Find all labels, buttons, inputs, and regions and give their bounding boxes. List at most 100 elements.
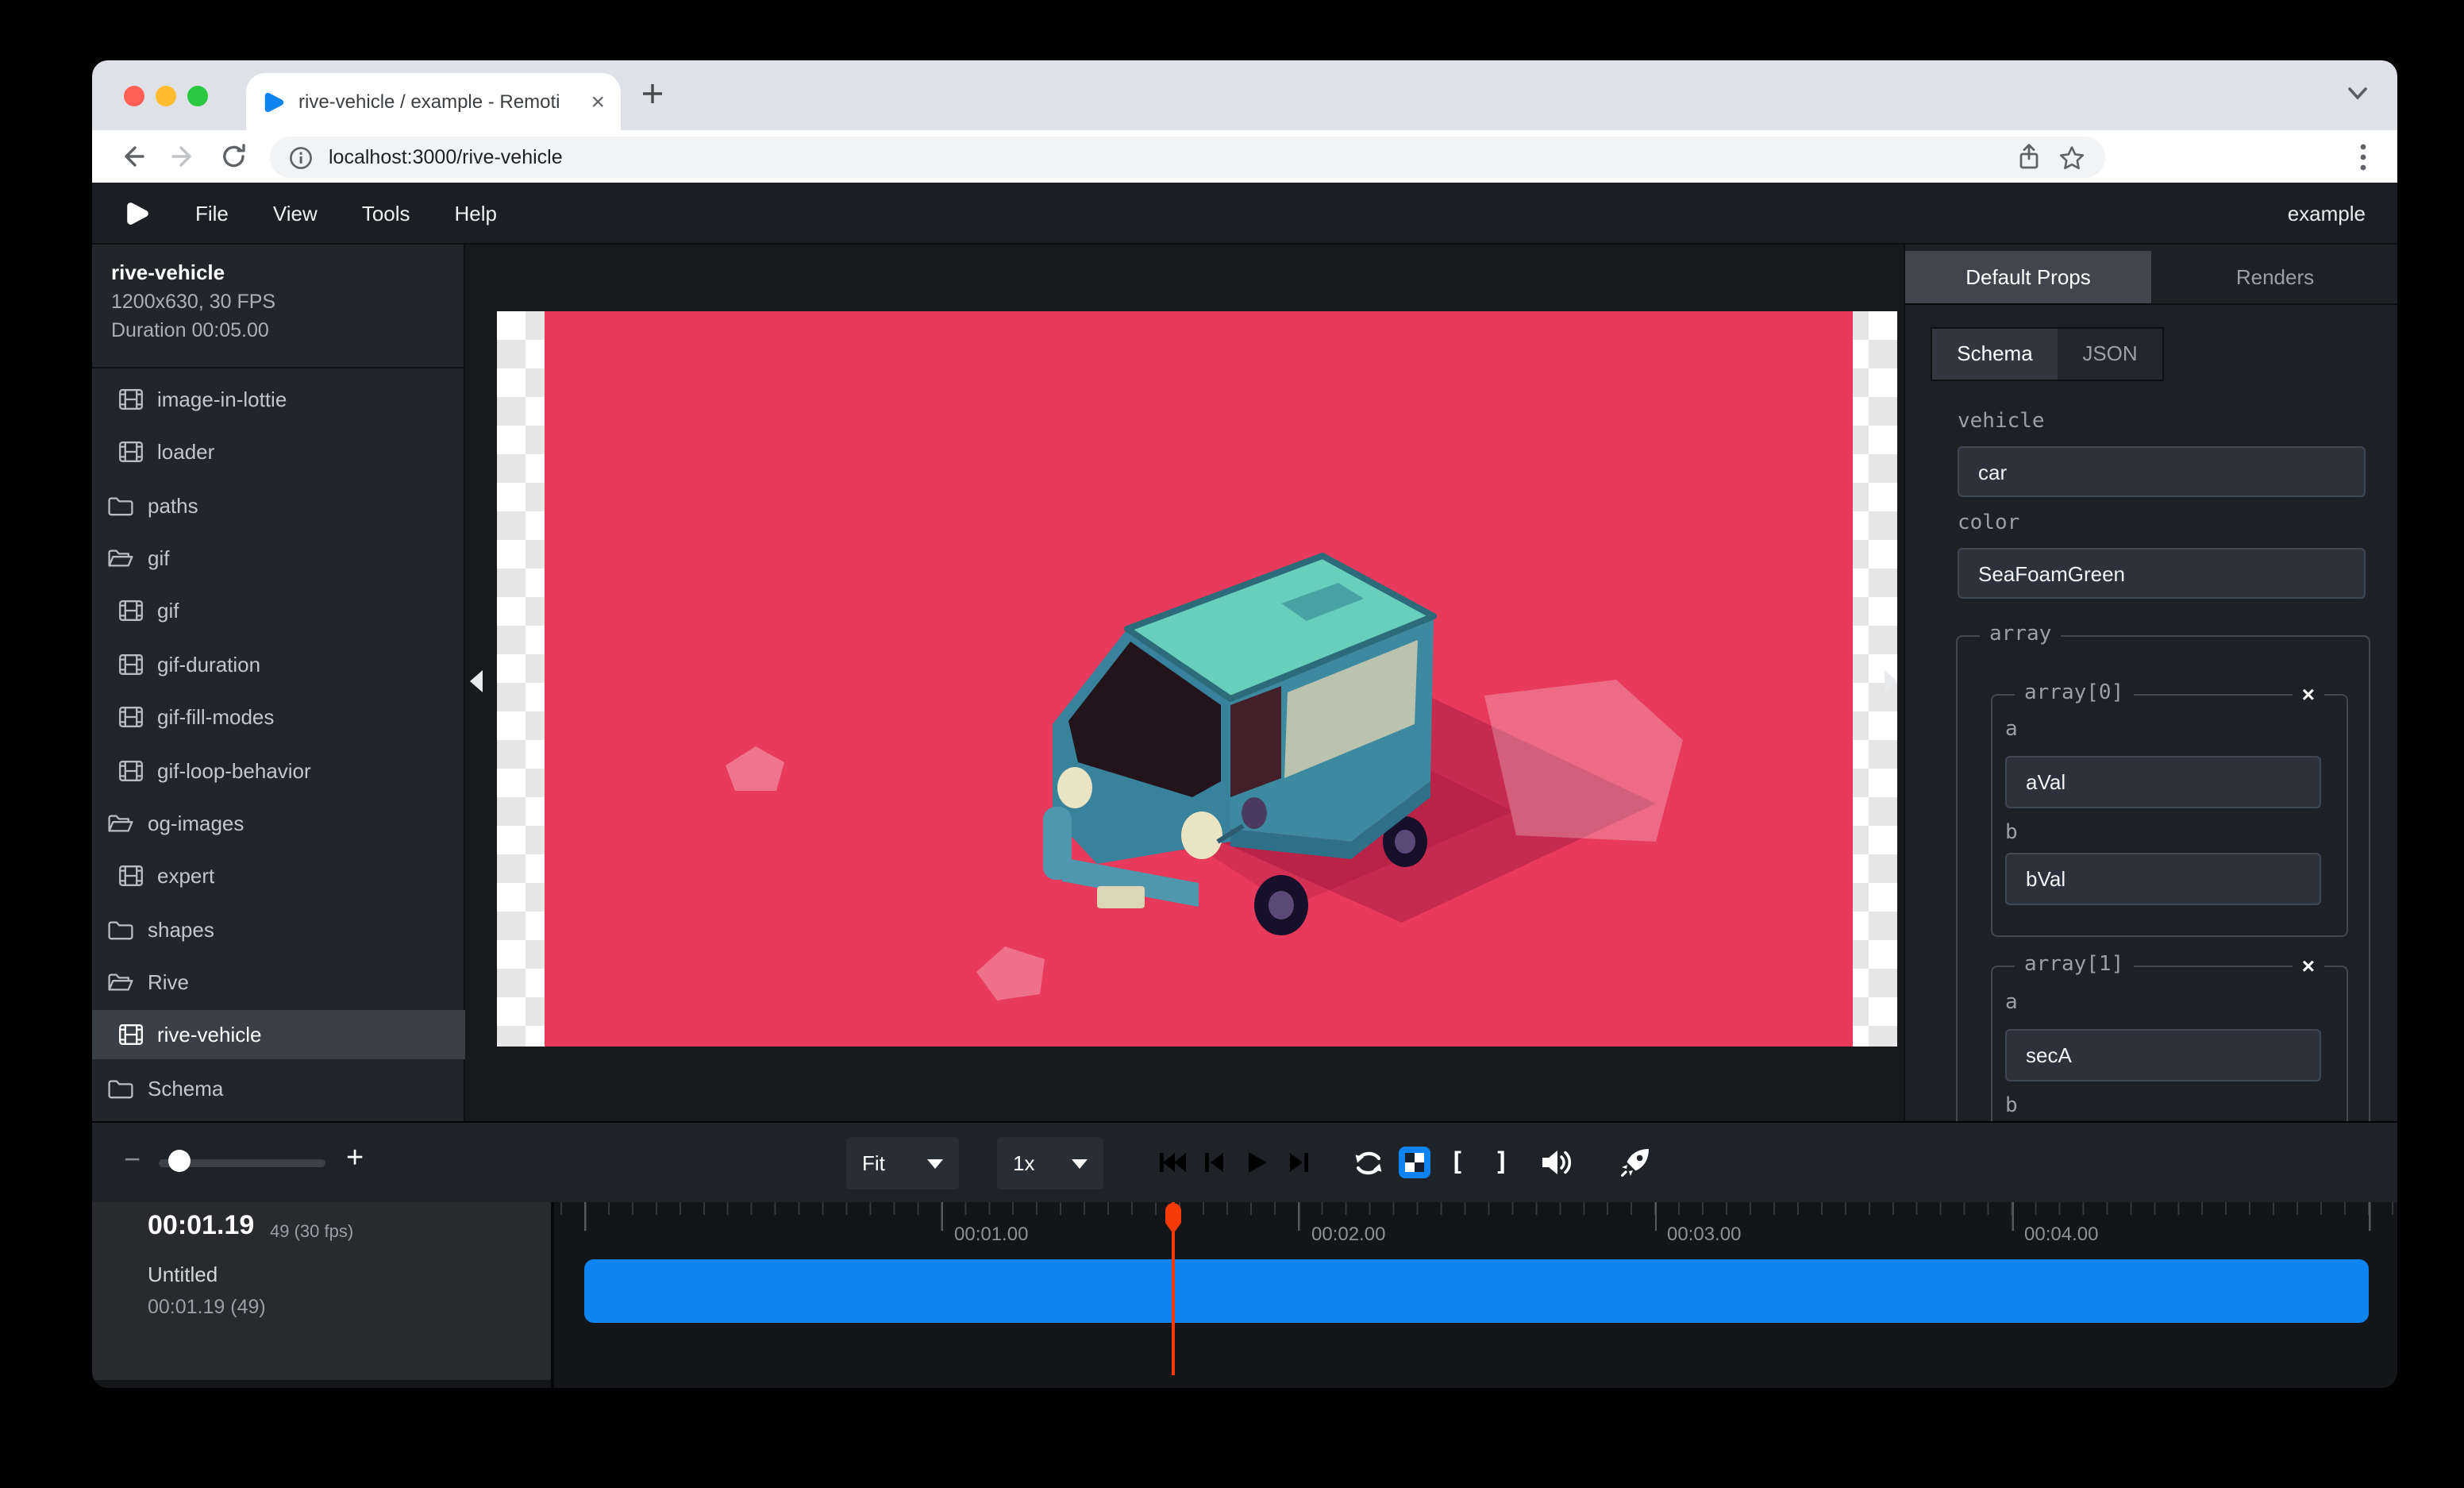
sidebar-item-rive-vehicle[interactable]: rive-vehicle xyxy=(92,1010,465,1059)
field-a-input[interactable] xyxy=(2005,1029,2321,1081)
menu-view[interactable]: View xyxy=(273,201,318,225)
share-icon[interactable] xyxy=(2016,143,2042,172)
toggle-json[interactable]: JSON xyxy=(2058,329,2162,380)
url-text: localhost:3000/rive-vehicle xyxy=(329,146,2000,168)
sidebar-folder-paths[interactable]: paths xyxy=(92,481,465,530)
close-window-button[interactable] xyxy=(124,86,144,106)
reload-icon[interactable] xyxy=(219,141,249,172)
field-b-input[interactable] xyxy=(2005,853,2321,905)
sidebar-folder-rive[interactable]: Rive xyxy=(92,958,465,1007)
sidebar-item-image-in-lottie[interactable]: image-in-lottie xyxy=(92,375,465,424)
bookmark-star-icon[interactable] xyxy=(2058,144,2086,171)
volume-icon[interactable] xyxy=(1540,1148,1575,1177)
transparency-toggle[interactable] xyxy=(1399,1147,1430,1178)
film-icon xyxy=(119,389,143,410)
remove-array-0-icon[interactable]: × xyxy=(2293,680,2324,708)
playhead-marker[interactable] xyxy=(1164,1202,1183,1239)
collapse-right-panel-icon[interactable] xyxy=(1885,670,1897,692)
app-menubar: File View Tools Help example xyxy=(92,183,2397,245)
tab-renders[interactable]: Renders xyxy=(2151,251,2397,303)
speed-dropdown[interactable]: 1x xyxy=(997,1137,1103,1189)
composition-resolution: 1200x630, 30 FPS xyxy=(111,291,275,313)
previous-frame-icon[interactable] xyxy=(1202,1150,1226,1175)
chevron-down-icon[interactable] xyxy=(2347,84,2369,103)
tab-default-props[interactable]: Default Props xyxy=(1905,251,2151,303)
address-bar[interactable]: localhost:3000/rive-vehicle xyxy=(270,137,2105,178)
array-label: array xyxy=(1980,623,2061,646)
composition-frame xyxy=(497,311,1897,1047)
sidebar-folder-gif[interactable]: gif xyxy=(92,534,465,583)
minimize-window-button[interactable] xyxy=(156,86,176,106)
next-frame-icon[interactable] xyxy=(1288,1150,1311,1175)
sidebar-item-label: gif xyxy=(148,546,169,570)
sidebar-item-gif-duration[interactable]: gif-duration xyxy=(92,640,465,689)
loop-icon[interactable] xyxy=(1351,1148,1386,1178)
composition-title: rive-vehicle xyxy=(111,260,225,284)
render-rocket-icon[interactable] xyxy=(1618,1145,1653,1180)
zoom-out-button[interactable]: − xyxy=(124,1143,141,1177)
array-0-fieldset: array[0] × a b xyxy=(1991,694,2348,937)
fit-dropdown[interactable]: Fit xyxy=(846,1137,959,1189)
array-0-label: array[0] xyxy=(2015,681,2133,705)
sidebar-item-loader[interactable]: loader xyxy=(92,427,465,476)
field-b-label: b xyxy=(2005,1094,2018,1118)
rive-animation-canvas xyxy=(545,311,1853,1047)
in-point-button[interactable]: [ xyxy=(1450,1147,1465,1177)
film-icon xyxy=(119,865,143,886)
film-icon xyxy=(119,654,143,675)
sidebar-folder-og-images[interactable]: og-images xyxy=(92,799,465,848)
kebab-menu-icon[interactable] xyxy=(2359,143,2367,172)
current-timecode: 00:01.19 xyxy=(148,1210,254,1242)
play-icon[interactable] xyxy=(1245,1150,1269,1175)
zoom-window-button[interactable] xyxy=(187,86,208,106)
confetti-pentagon xyxy=(976,946,1045,1000)
fit-value: Fit xyxy=(862,1151,885,1175)
field-a-input[interactable] xyxy=(2005,756,2321,808)
array-1-fieldset: array[1] × a b xyxy=(1991,966,2348,1121)
timeline-ruler[interactable] xyxy=(556,1202,2397,1231)
new-tab-icon[interactable] xyxy=(640,81,665,106)
forward-icon[interactable] xyxy=(168,141,198,172)
sidebar-item-label: og-images xyxy=(148,811,244,835)
track-name: Untitled xyxy=(148,1262,218,1286)
collapse-left-panel-icon[interactable] xyxy=(470,670,483,692)
folder-icon xyxy=(108,919,133,940)
sidebar-folder-shapes[interactable]: shapes xyxy=(92,905,465,954)
sidebar-item-gif-loop-behavior[interactable]: gif-loop-behavior xyxy=(92,746,465,796)
back-icon[interactable] xyxy=(117,141,148,172)
remotion-logo-icon[interactable] xyxy=(124,199,151,226)
confetti-pentagon xyxy=(1484,680,1683,842)
color-input[interactable] xyxy=(1958,548,2366,599)
menu-file[interactable]: File xyxy=(195,201,229,225)
zoom-in-button[interactable]: + xyxy=(346,1142,364,1177)
remove-array-1-icon[interactable]: × xyxy=(2293,951,2324,980)
array-1-label: array[1] xyxy=(2015,953,2133,977)
out-point-button[interactable]: ] xyxy=(1494,1147,1509,1177)
zoom-slider-knob[interactable] xyxy=(168,1150,191,1172)
skip-to-start-icon[interactable] xyxy=(1157,1150,1188,1175)
sidebar-item-expert[interactable]: expert xyxy=(92,851,465,900)
sidebar-item-label: gif-fill-modes xyxy=(157,705,274,729)
film-icon xyxy=(119,441,143,462)
sidebar-item-gif[interactable]: gif xyxy=(92,586,465,635)
sidebar-item-label: expert xyxy=(157,864,214,888)
vehicle-input[interactable] xyxy=(1958,446,2366,497)
checkerboard-icon xyxy=(1399,1147,1430,1178)
ruler-label: 00:02.00 xyxy=(1311,1223,1385,1245)
sidebar-divider xyxy=(92,367,464,368)
sidebar-item-gif-fill-modes[interactable]: gif-fill-modes xyxy=(92,692,465,742)
sidebar-item-label: gif xyxy=(157,599,179,623)
tabs-underline xyxy=(1905,303,2397,305)
array-fieldset: array array[0] × a b array[1] × a xyxy=(1956,635,2370,1121)
sidebar-folder-schema[interactable]: Schema xyxy=(92,1064,465,1113)
timeline-divider xyxy=(551,1202,554,1388)
menu-tools[interactable]: Tools xyxy=(362,201,410,225)
compositions-sidebar: rive-vehicle 1200x630, 30 FPS Duration 0… xyxy=(92,245,465,1121)
menu-help[interactable]: Help xyxy=(455,201,498,225)
timeline-track-bar[interactable] xyxy=(584,1259,2369,1323)
browser-tab[interactable]: rive-vehicle / example - Remoti × xyxy=(246,73,621,130)
toggle-schema[interactable]: Schema xyxy=(1932,329,2058,380)
current-frame-info: 49 (30 fps) xyxy=(270,1223,353,1242)
site-info-icon[interactable] xyxy=(289,145,313,169)
tab-close-icon[interactable]: × xyxy=(591,88,605,115)
